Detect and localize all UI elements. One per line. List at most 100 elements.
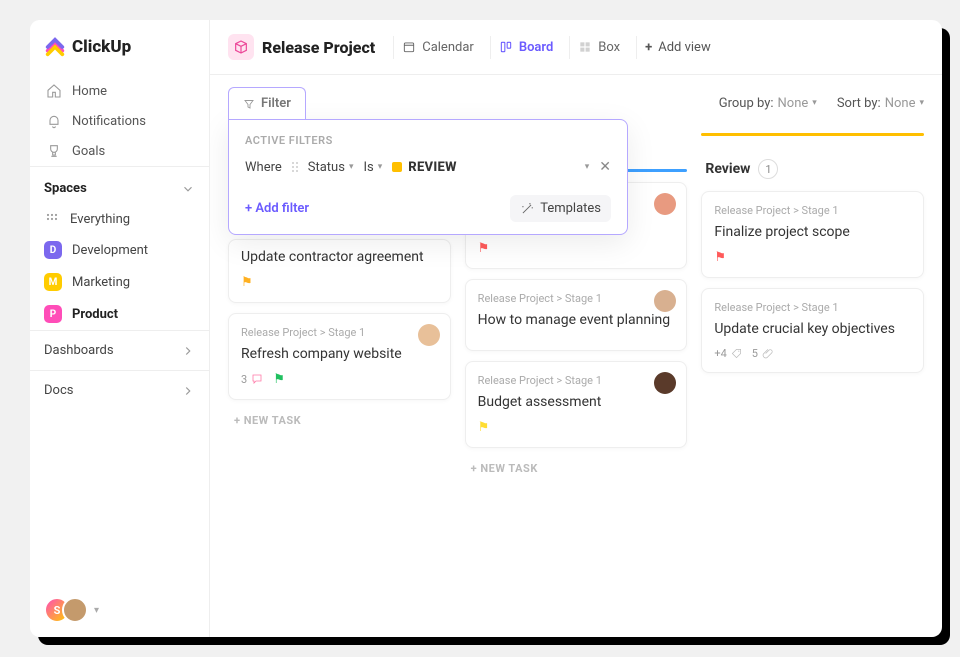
sidebar-docs-label: Docs	[44, 383, 73, 398]
tab-board-label: Board	[519, 40, 553, 55]
controls-row: Filter Group by: None ▾ Sort by: None ▾ …	[210, 75, 942, 127]
tab-calendar-label: Calendar	[422, 40, 474, 55]
calendar-icon	[402, 40, 416, 54]
nav-notifications-label: Notifications	[72, 114, 146, 129]
nav-goals[interactable]: Goals	[38, 136, 201, 166]
filter-rule-row: Where Status ▾ Is ▾ REVIEW ▾	[245, 147, 611, 189]
sidebar-everything[interactable]: Everything	[30, 204, 209, 234]
main-area: Release Project Calendar Board Box + Add…	[210, 20, 942, 637]
filter-popover: ACTIVE FILTERS Where Status ▾ Is ▾ REVIE…	[228, 119, 628, 235]
card-title: Update contractor agreement	[241, 248, 438, 267]
group-by-dropdown[interactable]: Group by: None ▾	[719, 96, 817, 111]
tab-box-label: Box	[598, 40, 620, 55]
logo[interactable]: ClickUp	[30, 20, 209, 76]
card-extra-tags: +4	[714, 347, 741, 360]
project-title: Release Project	[262, 38, 375, 57]
card-title: Finalize project scope	[714, 223, 911, 242]
add-view-button[interactable]: + Add view	[636, 36, 719, 59]
card-breadcrumb: Release Project > Stage 1	[714, 204, 911, 217]
card-breadcrumb: Release Project > Stage 1	[241, 326, 438, 339]
card-breadcrumb: Release Project > Stage 1	[714, 301, 911, 314]
sort-by-label: Sort by:	[837, 96, 881, 111]
primary-nav: Home Notifications Goals	[30, 76, 209, 166]
sidebar-space-marketing[interactable]: M Marketing	[30, 266, 209, 298]
project-icon	[228, 34, 254, 60]
filter-icon	[243, 98, 255, 110]
task-card[interactable]: Release Project > Stage 1 How to manage …	[465, 279, 688, 351]
add-view-label: Add view	[658, 40, 711, 55]
space-badge: P	[44, 305, 62, 323]
filter-value: REVIEW	[408, 160, 457, 175]
avatar	[654, 372, 676, 394]
filter-popover-title: ACTIVE FILTERS	[245, 134, 611, 147]
filter-field-dropdown[interactable]: Status ▾	[308, 160, 354, 175]
task-card[interactable]: Release Project > Stage 1 Budget assessm…	[465, 361, 688, 448]
task-card[interactable]: Update contractor agreement ⚑	[228, 239, 451, 303]
filter-value-dropdown[interactable]: REVIEW ▾	[392, 160, 589, 175]
tab-box[interactable]: Box	[569, 36, 628, 59]
chevron-down-icon: ▾	[919, 98, 924, 108]
add-filter-button[interactable]: + Add filter	[245, 201, 309, 216]
comment-icon	[251, 373, 263, 385]
drag-handle-icon[interactable]	[292, 162, 298, 172]
filter-operator-value: Is	[363, 160, 373, 175]
sort-by-dropdown[interactable]: Sort by: None ▾	[837, 96, 924, 111]
board-icon	[499, 40, 513, 54]
group-by-label: Group by:	[719, 96, 774, 111]
filter-button[interactable]: Filter	[228, 87, 306, 119]
filter-operator-dropdown[interactable]: Is ▾	[363, 160, 382, 175]
space-badge: M	[44, 273, 62, 291]
tab-board[interactable]: Board	[490, 36, 561, 59]
templates-button[interactable]: Templates	[510, 195, 611, 222]
tab-calendar[interactable]: Calendar	[393, 36, 482, 59]
flag-icon: ⚑	[273, 372, 285, 387]
nav-notifications[interactable]: Notifications	[38, 106, 201, 136]
sidebar-space-product[interactable]: P Product	[30, 298, 209, 330]
task-card[interactable]: Release Project > Stage 1 Update crucial…	[701, 288, 924, 373]
logo-text: ClickUp	[72, 37, 131, 57]
avatar-stack: S	[44, 597, 88, 623]
column-count: 1	[758, 159, 778, 179]
column-title: Review	[705, 161, 750, 177]
card-breadcrumb: Release Project > Stage 1	[478, 292, 675, 305]
chevron-down-icon: ▾	[812, 98, 817, 108]
card-title: Refresh company website	[241, 345, 438, 364]
trophy-icon	[46, 143, 62, 159]
chevron-down-icon: ▾	[94, 605, 99, 616]
filter-field-value: Status	[308, 160, 345, 175]
app-shell: ClickUp Home Notifications Goals Spaces	[30, 20, 942, 637]
paperclip-icon	[762, 348, 773, 359]
filter-where-label: Where	[245, 160, 282, 175]
card-breadcrumb: Release Project > Stage 1	[478, 374, 675, 387]
task-card[interactable]: Release Project > Stage 1 Finalize proje…	[701, 191, 924, 278]
plus-icon: +	[645, 40, 652, 55]
sidebar-dashboards[interactable]: Dashboards	[30, 330, 209, 370]
tag-icon	[731, 348, 742, 359]
sidebar-docs[interactable]: Docs	[30, 370, 209, 410]
task-card[interactable]: Release Project > Stage 1 Refresh compan…	[228, 313, 451, 400]
group-by-value: None	[778, 96, 809, 111]
board-column-review: Review 1 Release Project > Stage 1 Final…	[701, 131, 924, 619]
spaces-header[interactable]: Spaces	[30, 166, 209, 204]
remove-filter-button[interactable]: ✕	[599, 159, 611, 175]
chevron-right-icon	[181, 384, 195, 398]
sidebar-everything-label: Everything	[70, 212, 130, 227]
nav-goals-label: Goals	[72, 144, 105, 159]
chevron-down-icon: ▾	[585, 162, 590, 172]
sidebar-dashboards-label: Dashboards	[44, 343, 114, 358]
comment-count: 3	[241, 373, 263, 386]
card-title: Update crucial key objectives	[714, 320, 911, 339]
status-color-swatch	[392, 162, 402, 172]
new-task-button[interactable]: + NEW TASK	[465, 458, 688, 479]
spaces-header-label: Spaces	[44, 181, 87, 196]
bell-icon	[46, 113, 62, 129]
chevron-down-icon: ▾	[349, 162, 354, 172]
flag-icon: ⚑	[478, 241, 490, 256]
sidebar-footer[interactable]: S ▾	[30, 583, 209, 637]
sidebar-space-development[interactable]: D Development	[30, 234, 209, 266]
new-task-button[interactable]: + NEW TASK	[228, 410, 451, 431]
grid-dots-icon	[44, 211, 60, 227]
topbar: Release Project Calendar Board Box + Add…	[210, 20, 942, 75]
avatar	[654, 290, 676, 312]
nav-home[interactable]: Home	[38, 76, 201, 106]
